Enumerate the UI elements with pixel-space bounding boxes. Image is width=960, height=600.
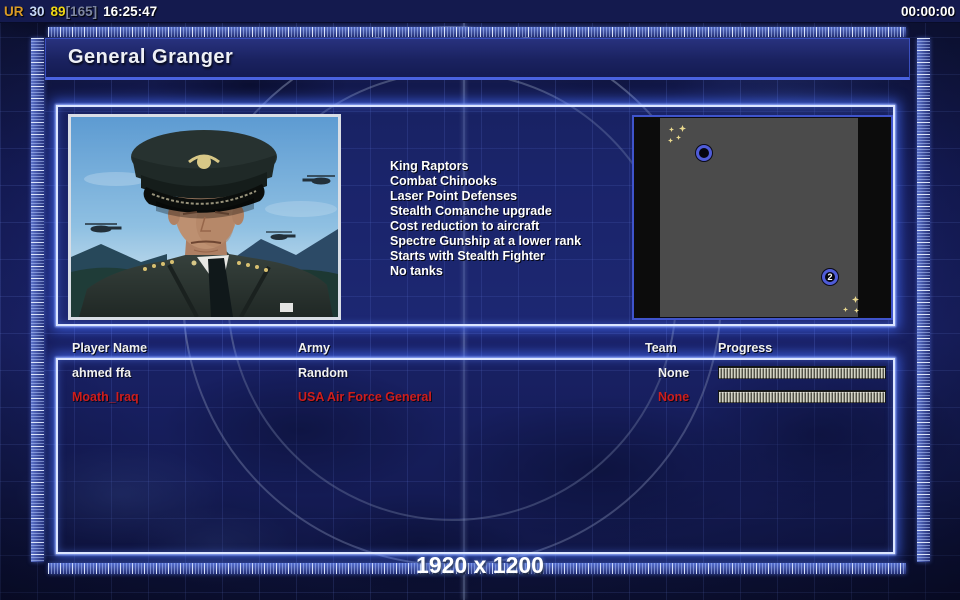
portrait-illustration [71, 117, 338, 317]
column-header-player-name: Player Name [72, 341, 148, 355]
stat-value-1: 30 [29, 3, 45, 19]
minimap-left-band [634, 117, 660, 318]
top-status-bar: UR 30 89 [165] 16:25:47 00:00:00 [0, 0, 960, 23]
minimap-star-icon [843, 307, 848, 312]
clock-time: 16:25:47 [103, 3, 158, 19]
page-title: General Granger [68, 46, 234, 68]
player-team: None [658, 390, 690, 404]
player-row: Moath_Iraq USA Air Force General None [58, 389, 893, 407]
feature-item: Cost reduction to aircraft [390, 219, 540, 233]
player-team: None [658, 366, 690, 380]
network-stats: UR 30 89 [165] 16:25:47 [0, 4, 157, 19]
feature-item: Spectre Gunship at a lower rank [390, 234, 582, 248]
minimap-right-band [858, 117, 891, 318]
loading-progress-bar [718, 366, 886, 379]
loading-progress-bar [718, 390, 886, 403]
minimap-star-icon [669, 127, 674, 132]
feature-item: Laser Point Defenses [390, 189, 518, 203]
match-timer: 00:00:00 [900, 3, 955, 19]
general-portrait [68, 114, 341, 320]
ruler-left [31, 38, 44, 562]
feature-item: Stealth Comanche upgrade [390, 204, 552, 218]
feature-item: Starts with Stealth Fighter [390, 249, 545, 263]
loading-progress-fill [719, 368, 885, 379]
column-header-army: Army [298, 341, 330, 355]
stat-value-2: 89 [50, 3, 66, 19]
resolution-label: 1920 x 1200 [416, 552, 544, 578]
feature-item: King Raptors [390, 159, 469, 173]
minimap-start-marker-1 [696, 145, 712, 161]
loading-progress-fill [719, 392, 885, 403]
faction-features-list: King Raptors Combat Chinooks Laser Point… [390, 159, 625, 279]
feature-item: Combat Chinooks [390, 174, 497, 188]
minimap: 2 [632, 115, 893, 320]
minimap-star-icon [668, 138, 673, 143]
column-header-progress: Progress [718, 341, 773, 355]
minimap-star-icon [679, 125, 686, 132]
minimap-star-icon [676, 135, 681, 140]
title-bar: General Granger [45, 38, 910, 80]
ruler-right [917, 38, 930, 562]
stat-ur: UR [4, 3, 24, 19]
player-table-panel: ahmed ffa Random None Moath_Iraq USA Air… [56, 358, 895, 554]
player-row: ahmed ffa Random None [58, 365, 893, 383]
player-name: ahmed ffa [72, 366, 132, 380]
column-header-team: Team [645, 341, 677, 355]
player-army: USA Air Force General [298, 390, 432, 404]
player-army: Random [298, 366, 348, 380]
ruler-top [48, 27, 906, 37]
player-table-header: Player Name Army Team Progress [0, 341, 960, 357]
minimap-start-marker-2: 2 [822, 269, 838, 285]
feature-item: No tanks [390, 264, 443, 278]
stat-bracket-value: [165] [65, 3, 98, 19]
player-name: Moath_Iraq [72, 390, 139, 404]
